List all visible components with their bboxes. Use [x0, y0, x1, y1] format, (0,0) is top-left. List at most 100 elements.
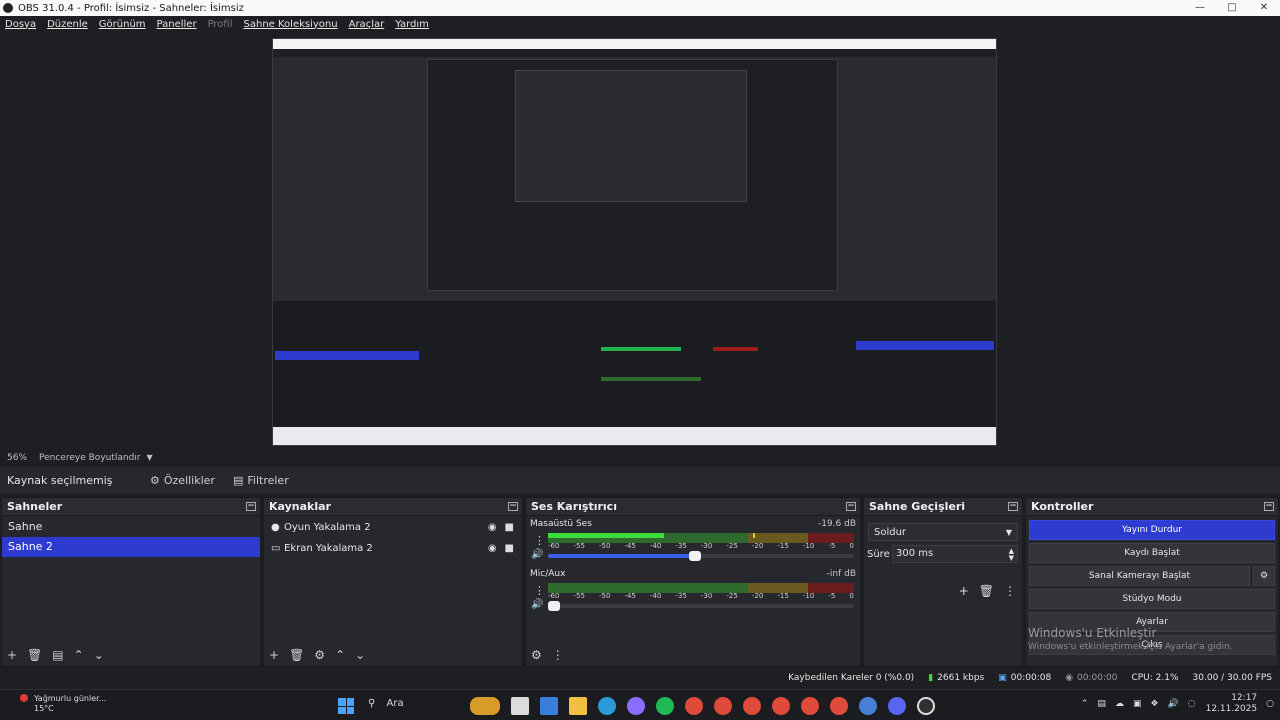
- folder-icon[interactable]: [569, 697, 587, 715]
- scene-item-sahne[interactable]: Sahne: [2, 517, 260, 537]
- store-icon[interactable]: [540, 697, 558, 715]
- bluetooth-icon[interactable]: ❖: [1150, 699, 1158, 709]
- menu-help[interactable]: Yardım: [395, 19, 429, 30]
- cloud-icon[interactable]: ☁: [1115, 699, 1124, 709]
- task-view-icon[interactable]: [511, 697, 529, 715]
- chrome-icon[interactable]: [801, 697, 819, 715]
- add-icon[interactable]: +: [7, 648, 17, 662]
- filter-icon[interactable]: ▤: [52, 648, 63, 662]
- volume-knob[interactable]: [548, 601, 561, 611]
- channel-db: -19.6 dB: [817, 519, 856, 529]
- add-icon[interactable]: +: [959, 584, 969, 598]
- chrome-icon[interactable]: [772, 697, 790, 715]
- gear-icon[interactable]: ⚙: [1253, 566, 1275, 586]
- notification-icon[interactable]: ○: [1266, 699, 1274, 709]
- obs-logo-icon: [3, 3, 13, 13]
- menu-edit[interactable]: Düzenle: [47, 19, 88, 30]
- transition-select[interactable]: Soldur ▼: [868, 523, 1018, 541]
- scene-item-sahne-2[interactable]: Sahne 2: [2, 537, 260, 557]
- search-box[interactable]: ⚲ Ara: [368, 698, 404, 709]
- broadcast-icon: ▣: [998, 673, 1007, 683]
- arrow-up-icon[interactable]: ⌃: [335, 648, 345, 662]
- kebab-menu-icon[interactable]: ⋮: [534, 534, 545, 547]
- chrome-icon[interactable]: [830, 697, 848, 715]
- start-recording-button[interactable]: Kaydı Başlat: [1029, 543, 1275, 563]
- speaker-icon[interactable]: 🔊: [531, 599, 543, 610]
- stop-streaming-button[interactable]: Yayını Durdur: [1029, 520, 1275, 540]
- menu-profile[interactable]: Profil: [208, 19, 233, 30]
- duration-input[interactable]: 300 ms ▲ ▼: [892, 545, 1018, 563]
- minimize-icon[interactable]: —: [1184, 0, 1216, 16]
- gear-icon[interactable]: ⚙: [314, 648, 325, 662]
- kebab-menu-icon[interactable]: ⋮: [552, 648, 564, 662]
- studio-mode-button[interactable]: Stüdyo Modu: [1029, 589, 1275, 609]
- chevron-up-icon[interactable]: ⌃: [1081, 699, 1089, 709]
- chrome-icon[interactable]: [714, 697, 732, 715]
- preview-area[interactable]: [0, 32, 1280, 450]
- kebab-menu-icon[interactable]: ⋮: [534, 584, 545, 597]
- mixer-settings-icon[interactable]: ⚙: [531, 648, 542, 662]
- game-app-icon[interactable]: [470, 697, 500, 715]
- chrome-icon[interactable]: [859, 697, 877, 715]
- mixer-channel-mic: Mic/Aux -inf dB ⋮ -60 -55 -50 -45 -40 -35 -30-…: [526, 567, 860, 617]
- undock-icon[interactable]: −: [846, 502, 856, 511]
- search-icon: ⚲: [368, 698, 376, 709]
- eye-icon[interactable]: ◉: [488, 522, 497, 533]
- arrow-up-icon[interactable]: ⌃: [74, 648, 84, 662]
- nested-preview: [427, 59, 838, 291]
- menu-file[interactable]: Dosya: [5, 19, 36, 30]
- volume-slider[interactable]: [548, 551, 854, 561]
- menu-docks[interactable]: Paneller: [157, 19, 197, 30]
- volume-icon[interactable]: 🔊: [1168, 699, 1179, 709]
- arrow-down-icon[interactable]: ⌄: [94, 648, 104, 662]
- kebab-menu-icon[interactable]: ⋮: [1004, 584, 1016, 598]
- properties-button[interactable]: ⚙ Özellikler: [150, 474, 215, 487]
- lock-icon[interactable]: ■: [505, 522, 514, 533]
- trash-icon[interactable]: 🗑: [979, 584, 994, 598]
- speaker-icon[interactable]: 🔊: [531, 549, 543, 560]
- weather-widget[interactable]: Yağmurlu günler... 15°C: [34, 694, 106, 714]
- eye-icon[interactable]: ◉: [488, 543, 497, 554]
- filters-button[interactable]: ▤ Filtreler: [233, 474, 289, 487]
- discord-icon[interactable]: [888, 697, 906, 715]
- undock-icon[interactable]: −: [246, 502, 256, 511]
- clock[interactable]: 12:17 12.11.2025: [1206, 693, 1258, 715]
- copilot-icon[interactable]: [627, 697, 645, 715]
- menu-tools[interactable]: Araçlar: [349, 19, 385, 30]
- scale-mode[interactable]: Pencereye Boyutlandır: [39, 453, 140, 463]
- transition-type: Soldur: [874, 526, 907, 538]
- source-item[interactable]: ▭ Ekran Yakalama 2 ◉ ■: [264, 538, 522, 559]
- volume-knob[interactable]: [688, 551, 701, 561]
- chevron-down-icon[interactable]: ▼: [147, 453, 153, 462]
- maximize-icon[interactable]: □: [1216, 0, 1248, 16]
- tray-app-icon[interactable]: ▤: [1097, 699, 1106, 709]
- nested-meter-red: [713, 347, 758, 351]
- lock-icon[interactable]: ■: [505, 543, 514, 554]
- edge-icon[interactable]: [598, 697, 616, 715]
- add-icon[interactable]: +: [269, 648, 279, 662]
- undock-icon[interactable]: −: [1264, 502, 1274, 511]
- spotify-icon[interactable]: [656, 697, 674, 715]
- start-virtual-camera-button[interactable]: Sanal Kamerayı Başlat: [1029, 566, 1250, 586]
- undock-icon[interactable]: −: [508, 502, 518, 511]
- preview-canvas[interactable]: [272, 38, 997, 446]
- arrow-down-icon[interactable]: ⌄: [355, 648, 365, 662]
- spinner-icon[interactable]: ▲ ▼: [1009, 548, 1017, 562]
- chrome-icon[interactable]: [685, 697, 703, 715]
- obs-icon[interactable]: [917, 697, 935, 715]
- trash-icon[interactable]: 🗑: [27, 648, 42, 662]
- trash-icon[interactable]: 🗑: [289, 648, 304, 662]
- close-icon[interactable]: ✕: [1248, 0, 1280, 16]
- undock-icon[interactable]: −: [1008, 502, 1018, 511]
- menu-view[interactable]: Görünüm: [99, 19, 146, 30]
- tray-display-icon[interactable]: ▣: [1133, 699, 1142, 709]
- audio-mixer-dock: Ses Karıştırıcı − Masaüstü Ses -19.6 dB …: [525, 497, 861, 667]
- volume-slider[interactable]: [548, 601, 854, 611]
- source-toolbar: Kaynak seçilmemiş ⚙ Özellikler ▤ Filtrel…: [0, 467, 1280, 494]
- source-item[interactable]: ● Oyun Yakalama 2 ◉ ■: [264, 517, 522, 538]
- menu-scene-collection[interactable]: Sahne Koleksiyonu: [244, 19, 338, 30]
- activation-watermark: Windows'u Etkinleştir Windows'u etkinleş…: [1028, 626, 1233, 652]
- wifi-icon[interactable]: ◌: [1188, 699, 1196, 709]
- chrome-icon[interactable]: [743, 697, 761, 715]
- windows-start-icon[interactable]: [338, 698, 354, 714]
